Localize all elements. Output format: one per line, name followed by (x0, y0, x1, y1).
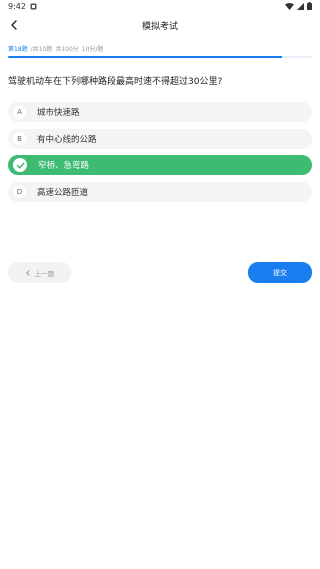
total-questions: /共10题 (30, 46, 53, 53)
option-a[interactable]: A 城市快速路 (8, 102, 312, 122)
option-text: 有中心线的公路 (37, 134, 97, 145)
option-d[interactable]: D 高速公路匝道 (8, 181, 312, 202)
option-letter: A (13, 105, 26, 119)
chevron-left-icon (26, 269, 30, 276)
progress-bar (8, 56, 312, 58)
prev-question-button[interactable]: 上一题 (8, 262, 71, 283)
prev-question-label: 上一题 (34, 269, 55, 278)
battery-icon (307, 2, 312, 10)
progress-fill (8, 56, 282, 58)
score-per-question: 10分/题 (81, 46, 104, 53)
wifi-icon (285, 2, 294, 10)
question-text: 驾驶机动车在下列哪种路段最高时速不得超过30公里? (8, 77, 223, 87)
status-left: 9:42 (8, 2, 37, 11)
navbar: 模拟考试 (0, 12, 320, 38)
check-icon (13, 158, 27, 172)
back-button[interactable] (6, 17, 22, 33)
option-b[interactable]: B 有中心线的公路 (8, 128, 312, 149)
signal-icon (297, 2, 304, 10)
status-time: 9:42 (8, 1, 26, 11)
chevron-left-icon (11, 20, 17, 30)
option-text: 高速公路匝道 (37, 187, 89, 198)
progress-section: 第18题 /共10题 共100分 10分/题 (0, 44, 320, 58)
status-bar: 9:42 (0, 0, 320, 12)
submit-label: 提交 (273, 268, 287, 277)
current-question: 第18题 (8, 46, 28, 53)
bottom-actions: 上一题 提交 (8, 262, 312, 283)
total-score: 共100分 (55, 46, 79, 53)
options-list: A 城市快速路 B 有中心线的公路 窄桥、急弯路 D 高速公路匝道 (0, 102, 320, 202)
option-text: 窄桥、急弯路 (38, 161, 90, 171)
notification-icon (30, 3, 37, 9)
option-letter: D (13, 185, 26, 198)
page-title: 模拟考试 (141, 21, 178, 32)
progress-text: 第18题 /共10题 共100分 10分/题 (8, 44, 312, 53)
option-letter: B (13, 132, 26, 145)
submit-button[interactable]: 提交 (248, 262, 312, 283)
status-right (285, 2, 312, 10)
option-c[interactable]: 窄桥、急弯路 (8, 155, 312, 175)
option-text: 城市快速路 (37, 108, 80, 118)
